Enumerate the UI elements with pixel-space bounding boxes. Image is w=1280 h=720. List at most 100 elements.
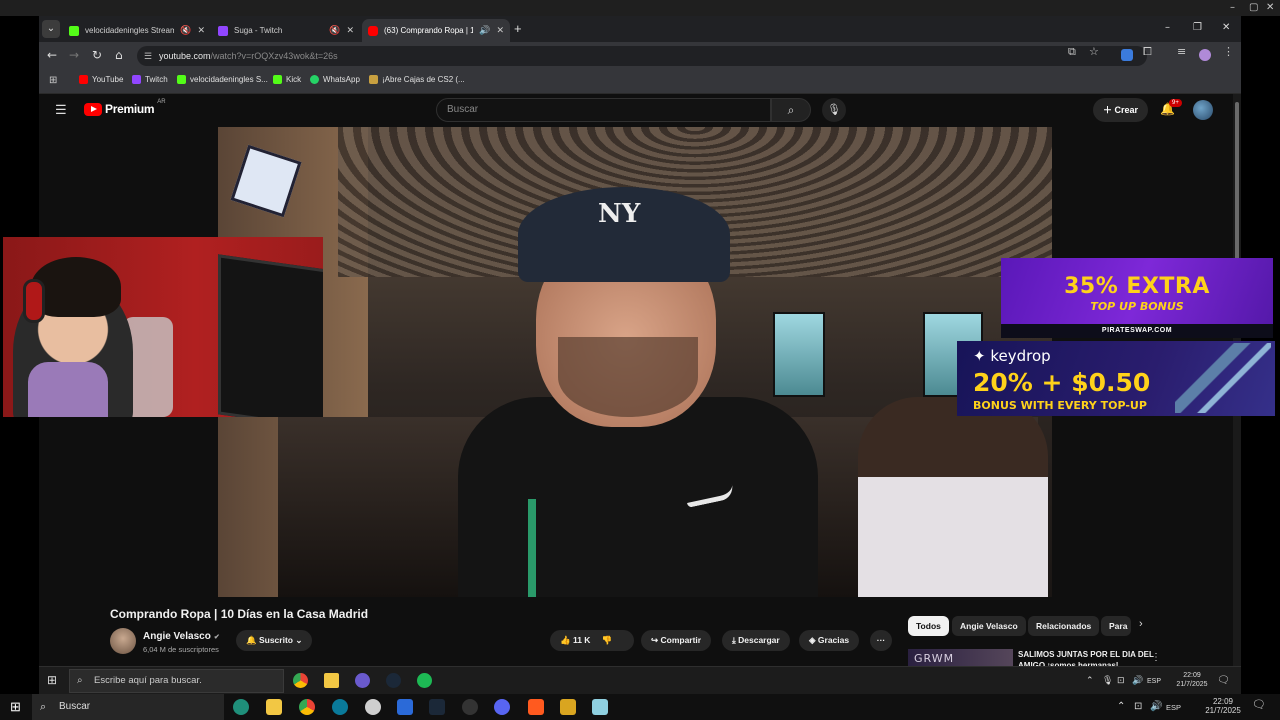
thumbs-down-icon[interactable]: 👎 [602,635,613,645]
minimize-icon[interactable]: – [1165,22,1170,33]
tray-overflow-icon[interactable]: ⌃ [1086,676,1094,685]
avatar[interactable] [1193,100,1213,120]
volume-icon[interactable]: 🔊 [1132,676,1143,685]
more-actions-button[interactable]: ··· [870,630,892,651]
taskbar-search-input[interactable]: ⌕ Buscar [32,694,224,720]
clock[interactable]: 22:09 21/7/2025 [1172,671,1212,689]
kebab-menu-icon[interactable]: ⋮ [1151,652,1161,663]
thumbs-up-icon[interactable]: 👍 [560,635,573,645]
tray-overflow-icon[interactable]: ⌃ [1117,702,1125,712]
steam-icon[interactable] [429,699,445,715]
spotify-icon[interactable] [417,673,432,688]
messenger-icon[interactable] [332,699,348,715]
reload-icon[interactable]: ↻ [92,48,102,62]
chip-todos[interactable]: Todos [908,616,949,636]
bookmark-youtube[interactable]: YouTube [79,75,123,84]
bookmark-cs2-cases[interactable]: ¡Abre Cajas de CS2 (... [369,75,465,84]
new-tab-button[interactable]: + [514,21,522,36]
windows-start-icon[interactable]: ⊞ [10,699,21,715]
minimize-icon[interactable]: – [1230,2,1235,13]
share-button[interactable]: ↪ Compartir [641,630,712,651]
search-input[interactable]: Buscar [436,98,771,122]
subscribe-button[interactable]: 🔔 Suscrito ⌄ [236,630,313,651]
close-tab-icon[interactable]: ✕ [197,26,205,36]
profile-avatar-icon[interactable] [1199,49,1211,61]
bookmark-twitch[interactable]: Twitch [132,75,168,84]
game-launcher-icon[interactable] [462,699,478,715]
youtube-premium-logo[interactable]: Premium AR [84,99,166,116]
close-icon[interactable]: ✕ [1266,2,1274,13]
related-video-title[interactable]: SALIMOS JUNTAS POR EL DIA DEL AMIGO ¡som… [1018,649,1158,666]
language-indicator[interactable]: ESP [1166,703,1181,712]
install-app-icon[interactable]: ⧉ [1068,45,1076,59]
chrome-icon[interactable] [293,673,308,688]
obs-icon[interactable] [365,699,381,715]
tab-kick-stream[interactable]: velocidadeningles Stream - 🔇 ✕ [63,19,211,42]
ad-brand-text: keydrop [990,347,1051,365]
related-video-thumbnail[interactable]: GRWM [908,649,1013,666]
app-icon[interactable] [560,699,576,715]
close-tab-icon[interactable]: ✕ [496,26,504,36]
brave-icon[interactable] [528,699,544,715]
forward-icon[interactable]: → [69,48,79,62]
menu-kebab-icon[interactable]: ⋮ [1223,45,1234,58]
network-icon[interactable]: ⊡ [1117,676,1125,685]
chip-angie-velasco[interactable]: Angie Velasco [952,616,1026,636]
menu-hamburger-icon[interactable]: ☰ [55,102,67,118]
ad-subline: BONUS WITH EVERY TOP-UP [973,399,1147,412]
address-bar[interactable]: ☰ youtube.com/watch?v=rOQXzv43wok&t=26s [137,46,1147,66]
steam-icon[interactable] [386,673,401,688]
chevron-down-icon[interactable]: ⌄ [42,20,60,38]
create-button[interactable]: ＋ Crear [1093,98,1149,122]
edge-icon[interactable] [233,699,249,715]
calculator-icon[interactable] [397,699,413,715]
bookmark-kick-channel[interactable]: velocidadeningles S... [177,75,268,84]
download-button[interactable]: ⤓ Descargar [722,630,790,651]
thanks-button[interactable]: ◈ Gracias [799,630,860,651]
apps-grid-icon[interactable]: ⊞ [49,75,57,86]
tab-twitch[interactable]: Suga - Twitch 🔇 ✕ [212,19,360,42]
clock[interactable]: 22:09 21/7/2025 [1202,697,1244,715]
restore-icon[interactable]: ❐ [1193,22,1202,33]
back-icon[interactable]: ← [47,48,57,62]
windows-start-icon[interactable]: ⊞ [47,673,57,687]
file-explorer-icon[interactable] [324,673,339,688]
media-controls-icon[interactable]: ≡ [1177,45,1186,58]
speaker-icon[interactable]: 🔊 [479,26,490,36]
volume-icon[interactable]: 🔊 [1150,702,1162,712]
channel-name[interactable]: Angie Velasco ✔ [143,631,220,642]
site-info-icon[interactable]: ☰ [144,46,152,66]
close-tab-icon[interactable]: ✕ [346,26,354,36]
chevron-right-icon[interactable]: › [1139,618,1143,630]
muted-speaker-icon[interactable]: 🔇 [329,26,340,36]
extension-shield-icon[interactable] [1121,49,1133,61]
channel-avatar[interactable] [110,628,136,654]
muted-speaker-icon[interactable]: 🔇 [180,26,191,36]
discord-icon[interactable] [355,673,370,688]
bookmark-kick[interactable]: Kick [273,75,301,84]
scrollbar-thumb[interactable] [1235,102,1239,262]
microphone-icon[interactable]: 🎙 [822,98,846,122]
file-explorer-icon[interactable] [266,699,282,715]
video-player[interactable]: NY [218,127,1052,597]
notification-center-icon[interactable]: 🗨 [1252,700,1266,711]
network-icon[interactable]: ⊡ [1134,702,1142,712]
home-icon[interactable]: ⌂ [115,48,123,62]
notification-center-icon[interactable]: 🗨 [1217,676,1230,686]
chip-relacionados[interactable]: Relacionados [1028,616,1100,636]
taskbar-search-input[interactable]: ⌕ Escribe aquí para buscar. [69,669,284,693]
like-dislike-group[interactable]: 👍 11 K 👎 [550,630,634,651]
app-icon[interactable] [592,699,608,715]
bookmark-whatsapp[interactable]: WhatsApp [310,75,360,84]
microphone-tray-icon[interactable]: 🎙 [1102,676,1113,685]
close-icon[interactable]: ✕ [1222,22,1230,33]
language-indicator[interactable]: ESP [1147,677,1161,686]
extensions-puzzle-icon[interactable]: ⧠ [1143,45,1152,59]
search-icon[interactable]: ⌕ [771,98,811,122]
chip-para[interactable]: Para [1101,616,1131,636]
chrome-icon[interactable] [299,699,315,715]
tab-youtube[interactable]: (63) Comprando Ropa | 10 D 🔊 ✕ [362,19,510,42]
discord-icon[interactable] [494,699,510,715]
maximize-icon[interactable]: ▢ [1249,2,1258,13]
bookmark-star-icon[interactable]: ☆ [1089,45,1099,58]
